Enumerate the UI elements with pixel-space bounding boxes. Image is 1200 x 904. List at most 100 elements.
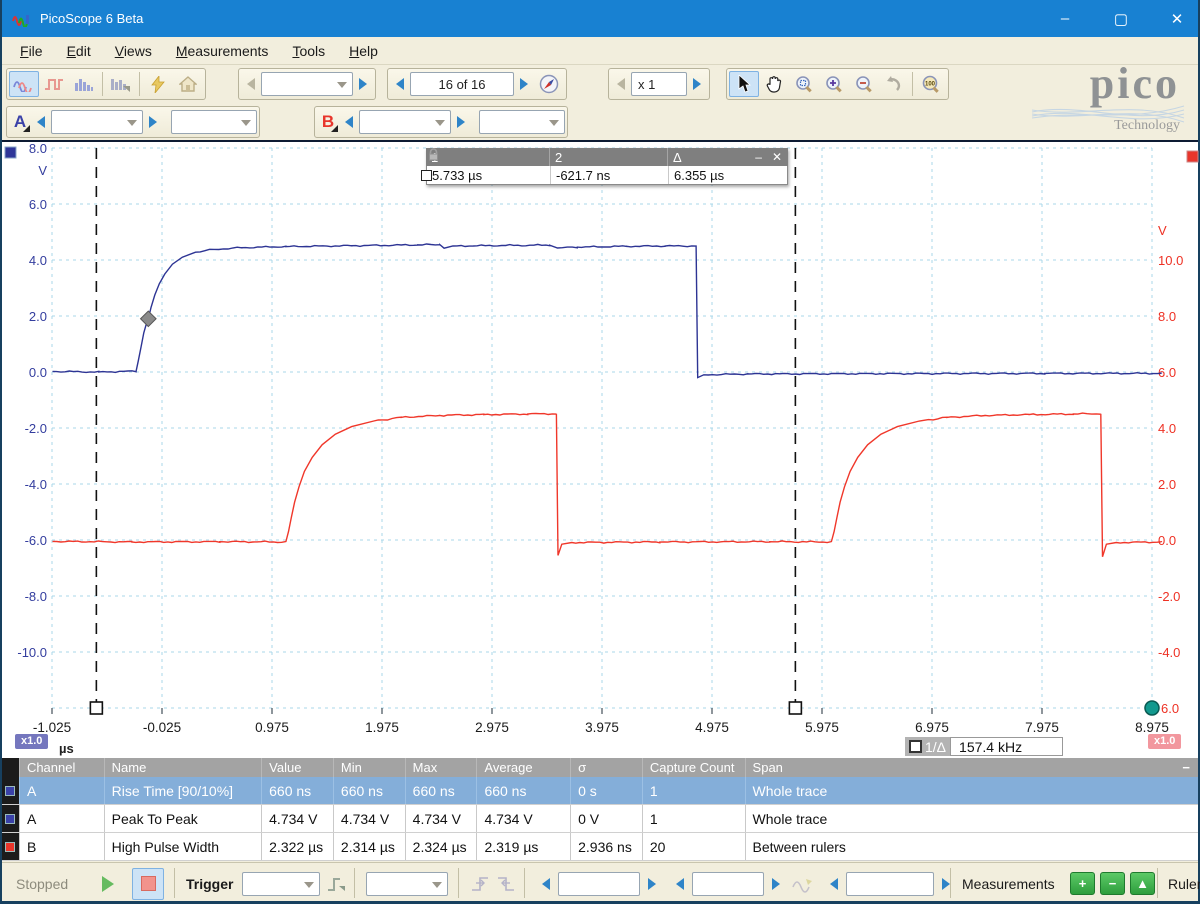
pretrigger-field[interactable] [692, 871, 764, 896]
zoom-factor-down-button[interactable] [611, 72, 631, 96]
channel-a-axis-indicator[interactable] [4, 146, 17, 159]
channel-a-button[interactable]: A [9, 112, 31, 132]
next-buffer-button[interactable] [514, 72, 534, 96]
column-header-value[interactable]: Value [261, 758, 333, 777]
time-ruler-handle-2[interactable] [788, 701, 803, 715]
scope-view-button[interactable] [9, 71, 39, 97]
column-header-name[interactable]: Name [103, 758, 261, 777]
menu-item-measurements[interactable]: Measurements [176, 43, 269, 59]
rising-edge-button[interactable] [470, 863, 490, 904]
x-axis-tick: 5.975 [805, 720, 839, 735]
falling-edge-button[interactable] [496, 863, 516, 904]
left-axis-tick: -4.0 [25, 477, 47, 492]
frequency-legend-toggle[interactable]: 1/Δ [905, 737, 951, 756]
trigger-level-down-button[interactable] [536, 872, 556, 896]
x-axis-unit: µs [59, 741, 74, 756]
stop-capture-button[interactable] [132, 867, 164, 900]
zoom-in-tool[interactable] [819, 71, 849, 97]
legend-close-button[interactable]: ✕ [772, 150, 782, 164]
ruler-legend-header[interactable]: 1 2 Δ – ✕ [426, 148, 788, 166]
advanced-trigger-button[interactable] [326, 863, 348, 904]
channel-b-range-select[interactable] [359, 110, 451, 134]
cell-name: High Pulse Width [103, 833, 261, 860]
hand-tool[interactable] [759, 71, 789, 97]
menu-item-views[interactable]: Views [115, 43, 152, 59]
undo-zoom-button[interactable] [879, 71, 909, 97]
channel-b-offset-marker[interactable] [1144, 700, 1160, 716]
channel-a-range-down-button[interactable] [31, 110, 51, 134]
trigger-mode-select[interactable] [242, 871, 320, 896]
close-button[interactable]: ✕ [1166, 10, 1188, 28]
ruler2-value: -621.7 ns [550, 166, 668, 184]
edit-measurement-button[interactable]: ▲ [1130, 872, 1155, 895]
measurement-row[interactable]: A Peak To Peak 4.734 V 4.734 V 4.734 V 4.734 … [2, 805, 1198, 833]
channel-b-range-down-button[interactable] [339, 110, 359, 134]
measurement-row[interactable]: A Rise Time [90/10%] 660 ns 660 ns 660 ns 660… [2, 777, 1198, 805]
channel-bar: A B [2, 103, 1198, 141]
zoom-full-button[interactable]: 100 [916, 71, 946, 97]
cell-name: Peak To Peak [103, 805, 261, 832]
table-minimize-button[interactable]: − [1182, 760, 1190, 775]
auto-setup-button[interactable] [143, 71, 173, 97]
autotrigger-time-down-button[interactable] [824, 872, 844, 896]
trigger-marker[interactable] [139, 310, 157, 328]
trigger-level-field[interactable] [558, 871, 640, 896]
buffer-overview-button[interactable] [534, 71, 564, 97]
legend-minimize-button[interactable]: – [755, 150, 762, 164]
zoom-factor-field[interactable]: x 1 [631, 72, 687, 96]
column-header-channel[interactable]: Channel [18, 758, 104, 777]
autotrigger-time-up-button[interactable] [936, 872, 956, 896]
menu-item-edit[interactable]: Edit [67, 43, 91, 59]
start-capture-button[interactable] [102, 863, 114, 904]
next-view-button[interactable] [353, 72, 373, 96]
menu-item-file[interactable]: File [20, 43, 43, 59]
x-axis-tick: 2.975 [475, 720, 509, 735]
buffer-indicator[interactable]: 16 of 16 [410, 72, 514, 96]
zoom-factor-up-button[interactable] [687, 72, 707, 96]
column-header-average[interactable]: Average [476, 758, 570, 777]
channel-b-range-up-button[interactable] [451, 110, 471, 134]
prev-view-button[interactable] [241, 72, 261, 96]
channel-a-range-up-button[interactable] [143, 110, 163, 134]
channel-a-coupling-select[interactable] [171, 110, 257, 134]
zoom-window-tool[interactable] [789, 71, 819, 97]
column-header-capture-count[interactable]: Capture Count [641, 758, 745, 777]
prev-buffer-button[interactable] [390, 72, 410, 96]
delta-value: 6.355 µs [668, 166, 756, 184]
channel-b-axis-indicator[interactable] [1186, 150, 1199, 163]
ruler-legend[interactable]: 1 2 Δ – ✕ 5.733 µs -621.7 ns 6.355 µs [421, 148, 788, 185]
zoom-out-tool[interactable] [849, 71, 879, 97]
channel-b-coupling-select[interactable] [479, 110, 565, 134]
menu-item-help[interactable]: Help [349, 43, 378, 59]
trigger-level-up-button[interactable] [642, 872, 662, 896]
column-header-span[interactable]: Span − [744, 758, 1198, 777]
measurement-row[interactable]: B High Pulse Width 2.322 µs 2.314 µs 2.324 µ… [2, 833, 1198, 861]
legend-drag-handle[interactable] [421, 170, 432, 181]
channel-b-button[interactable]: B [317, 112, 339, 132]
pretrigger-up-button[interactable] [766, 872, 786, 896]
maximize-button[interactable]: ▢ [1110, 10, 1132, 28]
left-axis-tick: 8.0 [29, 142, 47, 156]
histogram-view-button[interactable] [106, 71, 136, 97]
home-button[interactable] [173, 71, 203, 97]
trigger-source-select[interactable] [366, 871, 448, 896]
persistence-view-button[interactable] [39, 71, 69, 97]
add-measurement-button[interactable]: + [1070, 872, 1095, 895]
column-header-σ[interactable]: σ [570, 758, 642, 777]
delete-measurement-button[interactable]: − [1100, 872, 1125, 895]
channel-b-group: B [314, 106, 568, 138]
lock-icon[interactable] [428, 148, 439, 161]
pretrigger-down-button[interactable] [670, 872, 690, 896]
time-ruler-handle-1[interactable] [89, 701, 104, 715]
view-select[interactable] [261, 72, 353, 96]
column-header-max[interactable]: Max [404, 758, 477, 777]
channel-a-range-select[interactable] [51, 110, 143, 134]
column-header-min[interactable]: Min [332, 758, 405, 777]
autotrigger-time-field[interactable] [846, 871, 934, 896]
spectrum-view-button[interactable] [69, 71, 99, 97]
minimize-button[interactable]: – [1054, 10, 1076, 27]
x-axis-tick: 0.975 [255, 720, 289, 735]
auto-trigger-button[interactable] [792, 863, 814, 904]
menu-item-tools[interactable]: Tools [292, 43, 325, 59]
normal-selection-tool[interactable] [729, 71, 759, 97]
